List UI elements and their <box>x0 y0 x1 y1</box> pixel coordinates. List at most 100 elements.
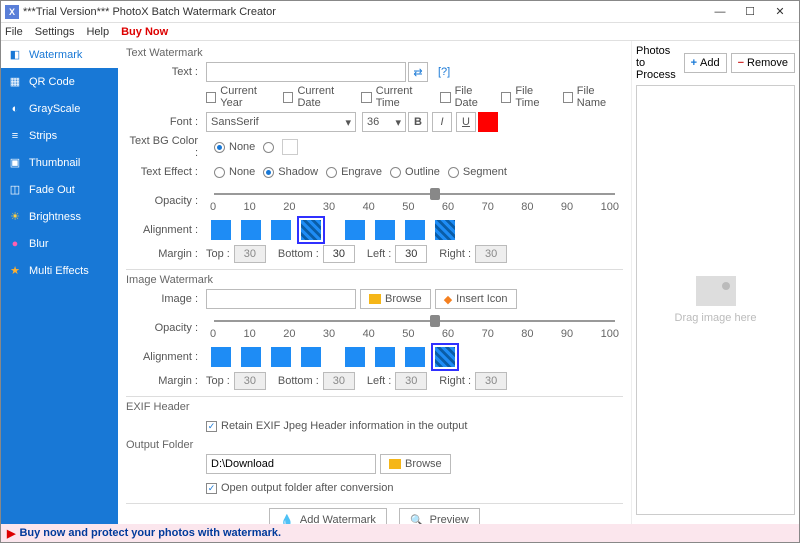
text-input[interactable] <box>206 62 406 82</box>
margin-top-label: Top : <box>206 248 230 260</box>
italic-button[interactable]: I <box>432 112 452 132</box>
maximize-button[interactable]: ☐ <box>735 2 765 22</box>
radio-eff-outline[interactable] <box>390 167 401 178</box>
align-br[interactable] <box>435 220 455 240</box>
margin-right-input[interactable] <box>475 372 507 390</box>
remove-photo-button[interactable]: −Remove <box>731 53 795 73</box>
effect-label: Text Effect : <box>126 166 198 178</box>
sidebar-item-brightness[interactable]: ☀Brightness <box>1 203 118 230</box>
underline-button[interactable]: U <box>456 112 476 132</box>
sidebar-item-grayscale[interactable]: ◐GrayScale <box>1 95 118 122</box>
photos-title: Photos to Process <box>636 45 680 81</box>
output-browse-button[interactable]: Browse <box>380 454 451 474</box>
radio-eff-segment[interactable] <box>448 167 459 178</box>
radio-label: None <box>229 166 255 178</box>
checkbox-retain-exif[interactable] <box>206 421 217 432</box>
menu-file[interactable]: File <box>5 26 23 38</box>
align-tr[interactable] <box>271 347 291 367</box>
align-tr[interactable] <box>271 220 291 240</box>
margin-bottom-label: Bottom : <box>278 375 319 387</box>
qrcode-icon: ▦ <box>9 76 21 88</box>
radio-eff-engrave[interactable] <box>326 167 337 178</box>
checkbox-file-name[interactable] <box>563 92 573 103</box>
add-watermark-button[interactable]: 💧Add Watermark <box>269 508 387 524</box>
align-mr[interactable] <box>345 220 365 240</box>
font-size-select[interactable]: 36 ▾ <box>362 112 406 132</box>
checkbox-open-output[interactable] <box>206 483 217 494</box>
align-tl[interactable] <box>211 220 231 240</box>
minimize-button[interactable]: — <box>705 2 735 22</box>
radio-eff-none[interactable] <box>214 167 225 178</box>
btn-label: Preview <box>430 514 469 524</box>
main-panel: Text Watermark Text : ⇄ [?] Current Year… <box>118 41 631 524</box>
margin-right-input[interactable] <box>475 245 507 263</box>
align-bl[interactable] <box>375 347 395 367</box>
menu-buy-now[interactable]: Buy Now <box>121 26 168 38</box>
browse-label: Browse <box>385 293 422 305</box>
drop-zone[interactable]: Drag image here <box>636 85 795 515</box>
insert-icon-button[interactable]: ◆Insert Icon <box>435 289 517 309</box>
checkbox-current-time[interactable] <box>361 92 371 103</box>
sidebar-item-strips[interactable]: ≡Strips <box>1 122 118 149</box>
image-label: Image : <box>126 293 198 305</box>
align-tc[interactable] <box>241 220 261 240</box>
sidebar-item-blur[interactable]: ●Blur <box>1 230 118 257</box>
align-ml[interactable] <box>301 220 321 240</box>
radio-bg-color[interactable] <box>263 142 274 153</box>
sidebar-item-multieffects[interactable]: ★Multi Effects <box>1 257 118 284</box>
checkbox-file-date[interactable] <box>440 92 450 103</box>
align-tc[interactable] <box>241 347 261 367</box>
text-opacity-slider[interactable]: 0102030405060708090100 <box>206 185 623 217</box>
chevron-down-icon: ▾ <box>345 116 351 129</box>
margin-left-input[interactable] <box>395 245 427 263</box>
align-bc[interactable] <box>405 347 425 367</box>
radio-bg-none[interactable] <box>214 142 225 153</box>
checkbox-file-time[interactable] <box>501 92 511 103</box>
align-bc[interactable] <box>405 220 425 240</box>
margin-bottom-input[interactable] <box>323 372 355 390</box>
image-path-input[interactable] <box>206 289 356 309</box>
menu-help[interactable]: Help <box>86 26 109 38</box>
sidebar-item-qrcode[interactable]: ▦QR Code <box>1 68 118 95</box>
image-opacity-slider[interactable]: 0102030405060708090100 <box>206 312 623 344</box>
help-link[interactable]: [?] <box>438 66 450 78</box>
bg-color-swatch[interactable] <box>282 139 298 155</box>
align-br[interactable] <box>435 347 455 367</box>
preview-button[interactable]: 🔍 Preview <box>399 508 480 524</box>
opt-label: Current Year <box>220 85 277 109</box>
font-size-value: 36 <box>367 116 379 128</box>
magnifier-icon: 🔍 <box>410 514 424 525</box>
radio-eff-shadow[interactable] <box>263 167 274 178</box>
align-tl[interactable] <box>211 347 231 367</box>
margin-bottom-input[interactable] <box>323 245 355 263</box>
align-ml[interactable] <box>301 347 321 367</box>
bold-button[interactable]: B <box>408 112 428 132</box>
chevron-down-icon: ▾ <box>395 116 401 129</box>
right-panel: Photos to Process +Add −Remove Drag imag… <box>631 41 799 524</box>
insert-var-button[interactable]: ⇄ <box>408 62 428 82</box>
font-value: SansSerif <box>211 116 259 128</box>
margin-top-input[interactable] <box>234 372 266 390</box>
sidebar-item-fadeout[interactable]: ◫Fade Out <box>1 176 118 203</box>
blur-icon: ● <box>9 238 21 250</box>
font-select[interactable]: SansSerif ▾ <box>206 112 356 132</box>
margin-top-input[interactable] <box>234 245 266 263</box>
menu-settings[interactable]: Settings <box>35 26 75 38</box>
margin-left-label: Left : <box>367 375 391 387</box>
image-browse-button[interactable]: Browse <box>360 289 431 309</box>
sidebar-item-thumbnail[interactable]: ▣Thumbnail <box>1 149 118 176</box>
footer-bar[interactable]: ▶ Buy now and protect your photos with w… <box>1 524 799 542</box>
add-photo-button[interactable]: +Add <box>684 53 727 73</box>
align-mr[interactable] <box>345 347 365 367</box>
align-bl[interactable] <box>375 220 395 240</box>
output-folder-input[interactable] <box>206 454 376 474</box>
sidebar-item-watermark[interactable]: ◧Watermark <box>1 41 118 68</box>
margin-left-input[interactable] <box>395 372 427 390</box>
plus-icon: + <box>691 57 697 69</box>
opacity-label: Opacity : <box>126 195 198 207</box>
radio-label: Shadow <box>278 166 318 178</box>
text-color-swatch[interactable] <box>478 112 498 132</box>
checkbox-current-date[interactable] <box>283 92 293 103</box>
checkbox-current-year[interactable] <box>206 92 216 103</box>
close-button[interactable]: ✕ <box>765 2 795 22</box>
